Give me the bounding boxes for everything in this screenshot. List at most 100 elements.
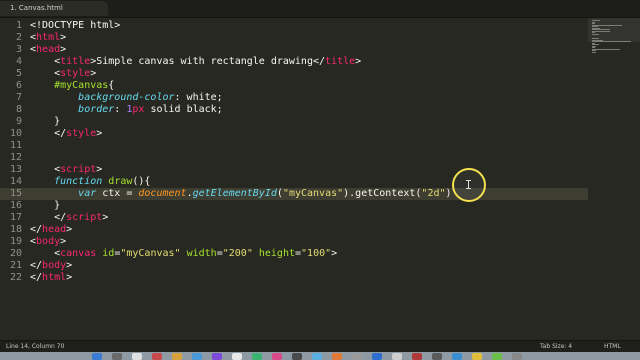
- dock-app-icon[interactable]: [392, 353, 402, 360]
- minimap-line: [592, 33, 599, 35]
- code-text[interactable]: var ctx = document.getElementById("myCan…: [30, 188, 451, 200]
- minimap-line: [592, 48, 621, 50]
- dock-app-icon[interactable]: [132, 353, 142, 360]
- code-line[interactable]: 6 #myCanvas{: [0, 80, 588, 92]
- code-text[interactable]: }: [30, 116, 60, 128]
- code-line[interactable]: 21 </body>: [0, 260, 588, 272]
- code-text[interactable]: <title>Simple canvas with rectangle draw…: [30, 56, 361, 68]
- code-line[interactable]: 5 <style>: [0, 68, 588, 80]
- dock-app-icon[interactable]: [232, 353, 242, 360]
- line-number: 18: [9, 224, 22, 235]
- dock-app-icon[interactable]: [452, 353, 462, 360]
- dock-app-icon[interactable]: [212, 353, 222, 360]
- code-line[interactable]: 8 border: 1px solid black;: [0, 104, 588, 116]
- code-text[interactable]: border: 1px solid black;: [30, 104, 223, 116]
- code-text[interactable]: <body>: [30, 236, 66, 248]
- code-line[interactable]: 1 <!DOCTYPE html>: [0, 20, 588, 32]
- code-line[interactable]: 17 </script>: [0, 212, 588, 224]
- code-text[interactable]: <head>: [30, 44, 66, 56]
- text-cursor-icon: [466, 180, 471, 189]
- line-number: 8: [15, 104, 22, 115]
- tab-bar: 1. Canvas.html: [0, 0, 640, 18]
- code-line[interactable]: 3 <head>: [0, 44, 588, 56]
- code-text[interactable]: <!DOCTYPE html>: [30, 20, 120, 32]
- code-line[interactable]: 12: [0, 152, 588, 164]
- tab-title: 1. Canvas.html: [10, 4, 63, 12]
- dock-app-icon[interactable]: [152, 353, 162, 360]
- code-text[interactable]: </head>: [30, 224, 72, 236]
- code-text[interactable]: </html>: [30, 272, 72, 284]
- code-line[interactable]: 22 </html>: [0, 272, 588, 284]
- dock-app-icon[interactable]: [252, 353, 262, 360]
- dock-app-icon[interactable]: [272, 353, 282, 360]
- code-lines[interactable]: 1 <!DOCTYPE html> 2 <html> 3 <head> 4 <title>S…: [0, 20, 588, 284]
- code-line[interactable]: 4 <title>Simple canvas with rectangle dr…: [0, 56, 588, 68]
- dock-app-icon[interactable]: [492, 353, 502, 360]
- line-number: 10: [9, 128, 22, 139]
- mouse-highlight-ring: [452, 168, 486, 202]
- dock-app-icon[interactable]: [412, 353, 422, 360]
- code-line[interactable]: 9 }: [0, 116, 588, 128]
- line-number: 15: [9, 188, 22, 199]
- line-number: 4: [15, 56, 22, 67]
- code-text[interactable]: background-color: white;: [30, 92, 223, 104]
- dock-app-icon[interactable]: [332, 353, 342, 360]
- code-text[interactable]: </script>: [30, 212, 108, 224]
- code-text[interactable]: #myCanvas{: [30, 80, 114, 92]
- code-line[interactable]: 19 <body>: [0, 236, 588, 248]
- dock-app-icon[interactable]: [432, 353, 442, 360]
- line-number: 6: [15, 80, 22, 91]
- code-editor[interactable]: 1 <!DOCTYPE html> 2 <html> 3 <head> 4 <title>S…: [0, 18, 588, 340]
- line-number: 2: [15, 32, 22, 43]
- code-line[interactable]: 13 <script>: [0, 164, 588, 176]
- line-number: 3: [15, 44, 22, 55]
- dock-app-icon[interactable]: [512, 353, 522, 360]
- line-number: 12: [9, 152, 22, 163]
- code-text[interactable]: <script>: [30, 164, 102, 176]
- minimap-line: [592, 51, 596, 53]
- code-line[interactable]: 2 <html>: [0, 32, 588, 44]
- cursor-position: Line 14, Column 70: [6, 343, 65, 350]
- line-number: 20: [9, 248, 22, 259]
- code-text[interactable]: <style>: [30, 68, 96, 80]
- code-text[interactable]: function draw(){: [30, 176, 150, 188]
- code-line[interactable]: 10 </style>: [0, 128, 588, 140]
- code-line[interactable]: 18 </head>: [0, 224, 588, 236]
- code-line[interactable]: 7 background-color: white;: [0, 92, 588, 104]
- line-number: 13: [9, 164, 22, 175]
- dock-app-icon[interactable]: [112, 353, 122, 360]
- code-line[interactable]: 11: [0, 140, 588, 152]
- line-number: 22: [9, 272, 22, 283]
- line-number: 1: [15, 20, 22, 31]
- code-line[interactable]: 16 }: [0, 200, 588, 212]
- dock-app-icon[interactable]: [472, 353, 482, 360]
- tab-canvas-html[interactable]: 1. Canvas.html: [0, 1, 108, 16]
- dock-app-icon[interactable]: [92, 353, 102, 360]
- line-number: 21: [9, 260, 22, 271]
- code-text[interactable]: </style>: [30, 128, 102, 140]
- syntax-selector[interactable]: HTML: [604, 343, 621, 350]
- code-line[interactable]: 20 <canvas id="myCanvas" width="200" hei…: [0, 248, 588, 260]
- code-line[interactable]: 14 function draw(){: [0, 176, 588, 188]
- code-text[interactable]: </body>: [30, 260, 72, 272]
- line-number: 11: [9, 140, 22, 151]
- code-line[interactable]: 15 var ctx = document.getElementById("my…: [0, 188, 588, 200]
- tab-size-selector[interactable]: Tab Size: 4: [540, 343, 572, 350]
- line-number: 19: [9, 236, 22, 247]
- code-text[interactable]: <canvas id="myCanvas" width="200" height…: [30, 248, 337, 260]
- line-number: 14: [9, 176, 22, 187]
- code-text[interactable]: }: [30, 200, 60, 212]
- dock-app-icon[interactable]: [292, 353, 302, 360]
- dock-app-icon[interactable]: [312, 353, 322, 360]
- line-number: 9: [15, 116, 22, 127]
- code-text[interactable]: <html>: [30, 32, 66, 44]
- minimap[interactable]: [588, 18, 640, 340]
- line-number: 7: [15, 92, 22, 103]
- minimap-line: [592, 41, 631, 42]
- dock-app-icon[interactable]: [192, 353, 202, 360]
- dock-app-icon[interactable]: [352, 353, 362, 360]
- dock-app-icon[interactable]: [172, 353, 182, 360]
- line-number: 5: [15, 68, 22, 79]
- line-number: 16: [9, 200, 22, 211]
- dock-app-icon[interactable]: [372, 353, 382, 360]
